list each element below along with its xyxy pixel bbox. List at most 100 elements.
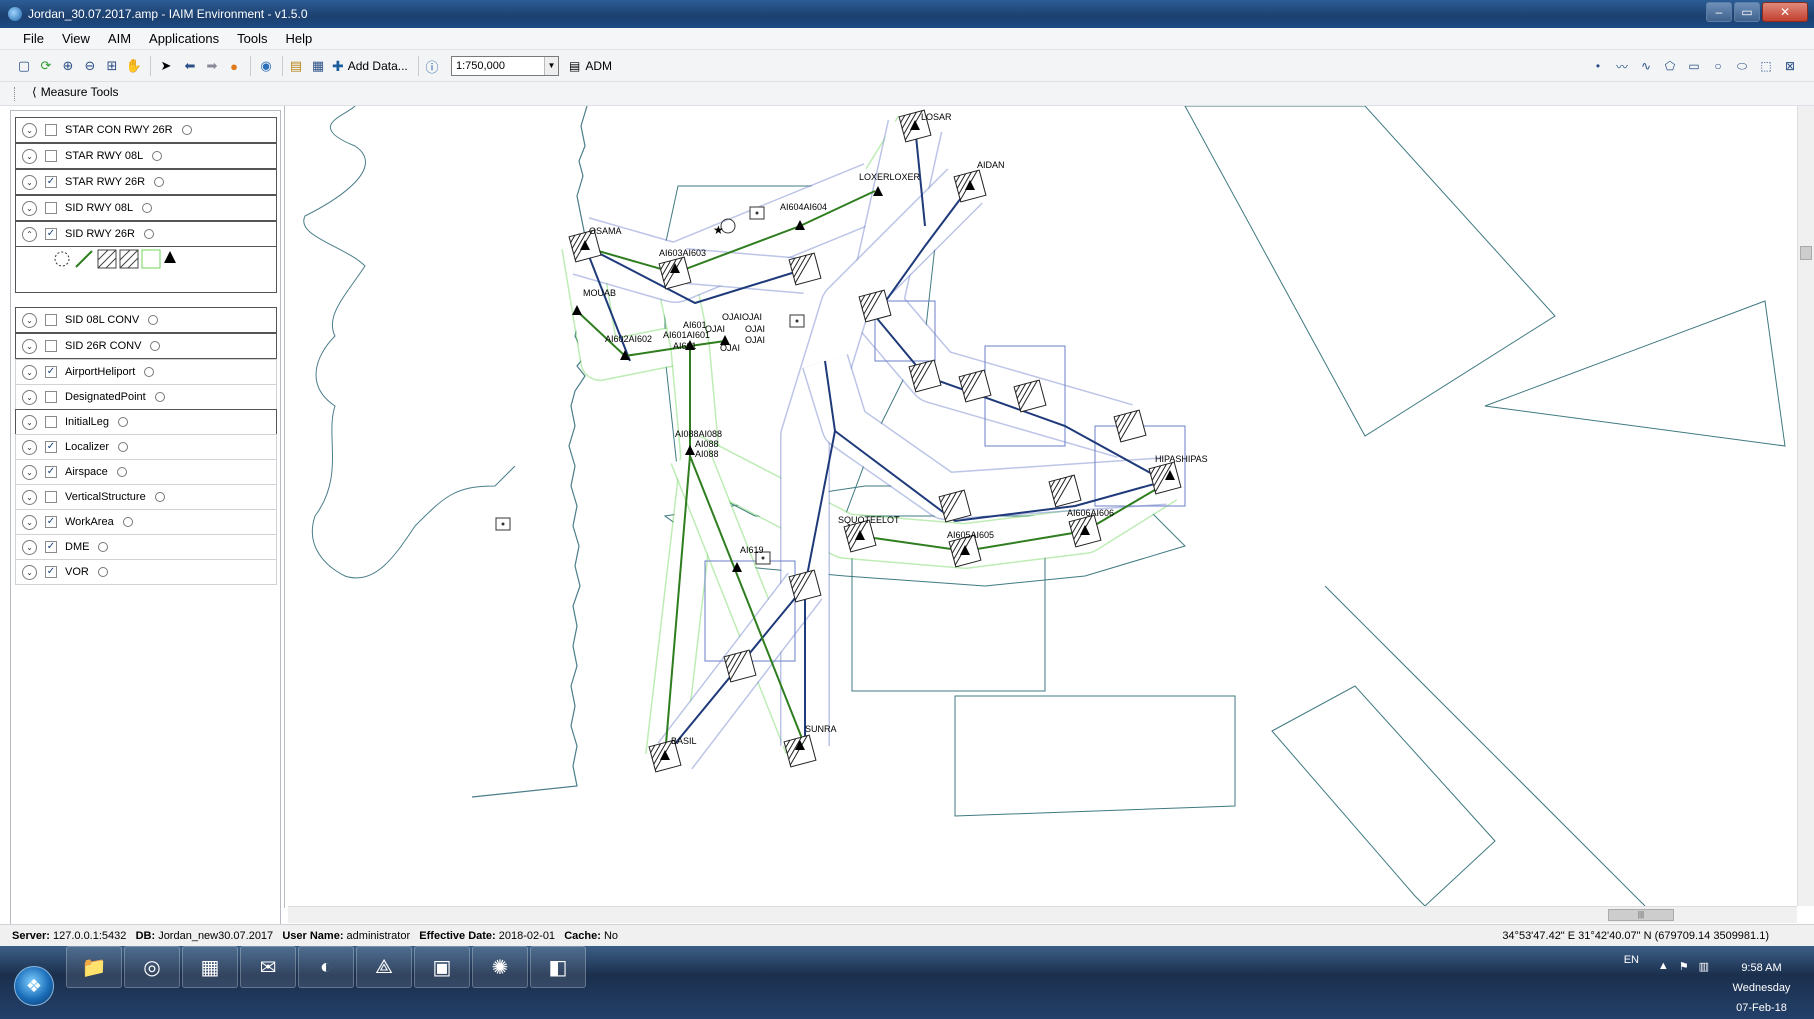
- layer-visibility-checkbox[interactable]: [45, 340, 57, 352]
- layer-visibility-checkbox[interactable]: ✓: [45, 516, 57, 528]
- network-icon[interactable]: ▥: [1699, 960, 1709, 973]
- draw-circle-icon[interactable]: ○: [1708, 56, 1728, 76]
- menu-file[interactable]: File: [14, 28, 53, 49]
- chevron-down-icon[interactable]: ▼: [544, 57, 558, 75]
- chevron-up-icon[interactable]: ⌃: [22, 226, 37, 242]
- layer-row[interactable]: ⌄ ✓ AirportHeliport: [15, 359, 277, 385]
- map-canvas[interactable]: ★ LOSAR AIDAN LOXERLOXER AI604AI604 OSAMA AI60…: [285, 105, 1795, 907]
- layer-visibility-checkbox[interactable]: ✓: [45, 541, 57, 553]
- chevron-down-icon[interactable]: ⌄: [22, 122, 37, 138]
- layer-select-radio[interactable]: [97, 567, 108, 577]
- chevron-down-icon[interactable]: ⌄: [22, 389, 37, 405]
- scale-select[interactable]: 1:750,000 ▼: [451, 56, 559, 76]
- layer-visibility-checkbox[interactable]: [45, 124, 57, 136]
- menu-view[interactable]: View: [53, 28, 99, 49]
- chevron-down-icon[interactable]: ⌄: [22, 489, 37, 505]
- maximize-button[interactable]: ▭: [1734, 2, 1760, 22]
- chevron-down-icon[interactable]: ⌄: [22, 464, 37, 480]
- layer-visibility-checkbox[interactable]: ✓: [45, 228, 57, 240]
- layer-select-radio[interactable]: [148, 315, 159, 325]
- toolbar-grip[interactable]: [14, 87, 17, 101]
- layer-row[interactable]: ⌄ SID 26R CONV: [15, 333, 277, 359]
- draw-rectangle-icon[interactable]: ▭: [1684, 56, 1704, 76]
- scroll-thumb[interactable]: |||: [1608, 909, 1674, 921]
- layer-select-radio[interactable]: [98, 542, 109, 552]
- chevron-down-icon[interactable]: ⌄: [22, 338, 37, 354]
- layer-row[interactable]: ⌄ DesignatedPoint: [15, 384, 277, 410]
- layer-row[interactable]: ⌄ SID RWY 08L: [15, 195, 277, 221]
- layer-select-radio[interactable]: [116, 467, 127, 477]
- layer-row[interactable]: ⌃ ✓ SID RWY 26R: [15, 221, 277, 247]
- globe-icon[interactable]: ◉: [256, 56, 276, 76]
- layer-row[interactable]: ⌄ ✓ WorkArea: [15, 509, 277, 535]
- layer-select-radio[interactable]: [154, 177, 165, 187]
- menu-applications[interactable]: Applications: [140, 28, 228, 49]
- layer-row[interactable]: ⌄ STAR RWY 08L: [15, 143, 277, 169]
- layer-select-radio[interactable]: [118, 442, 129, 452]
- acrobat-app-icon[interactable]: ⟁: [356, 946, 412, 988]
- powerpoint-app-icon[interactable]: ◧: [530, 946, 586, 988]
- menu-help[interactable]: Help: [277, 28, 322, 49]
- calculator-app-icon[interactable]: ▦: [182, 946, 238, 988]
- measure-tools-button[interactable]: ⟨ Measure Tools: [32, 85, 119, 99]
- layer-select-radio[interactable]: [152, 151, 163, 161]
- draw-curve-icon[interactable]: ∿: [1636, 56, 1656, 76]
- layer-select-radio[interactable]: [144, 367, 155, 377]
- info-icon[interactable]: ⓘ: [422, 56, 442, 76]
- layer-visibility-checkbox[interactable]: [45, 416, 57, 428]
- layer-visibility-checkbox[interactable]: [45, 202, 57, 214]
- zoom-in-icon[interactable]: ⊕: [58, 56, 78, 76]
- chevron-down-icon[interactable]: ⌄: [22, 148, 37, 164]
- chrome-app-icon[interactable]: ◎: [124, 946, 180, 988]
- chevron-down-icon[interactable]: ⌄: [22, 439, 37, 455]
- draw-point-icon[interactable]: •: [1588, 56, 1608, 76]
- layer-select-radio[interactable]: [143, 229, 154, 239]
- add-data-button[interactable]: ✚ Add Data...: [332, 56, 408, 76]
- flag-icon[interactable]: ⚑: [1679, 960, 1689, 973]
- select-pointer-icon[interactable]: ➤: [156, 56, 176, 76]
- layers-icon[interactable]: ▤: [286, 56, 306, 76]
- device-app-icon[interactable]: ▣: [414, 946, 470, 988]
- chevron-down-icon[interactable]: ⌄: [22, 564, 37, 580]
- map-view[interactable]: ★ LOSAR AIDAN LOXERLOXER AI604AI604 OSAMA AI60…: [284, 105, 1814, 908]
- layer-row[interactable]: ⌄ ✓ Localizer: [15, 434, 277, 460]
- draw-polyline-icon[interactable]: 〰: [1612, 56, 1632, 76]
- chevron-down-icon[interactable]: ⌄: [22, 364, 37, 380]
- zoom-extent-icon[interactable]: ⊞: [102, 56, 122, 76]
- layer-select-radio[interactable]: [118, 417, 129, 427]
- clear-selection-icon[interactable]: ⊠: [1780, 56, 1800, 76]
- table-icon[interactable]: ▦: [308, 56, 328, 76]
- draw-polygon-icon[interactable]: ⬠: [1660, 56, 1680, 76]
- layer-visibility-checkbox[interactable]: ✓: [45, 441, 57, 453]
- forward-arrow-icon[interactable]: ➡: [202, 56, 222, 76]
- vertical-scrollbar[interactable]: [1797, 106, 1814, 906]
- menu-aim[interactable]: AIM: [99, 28, 140, 49]
- layer-row[interactable]: ⌄ VerticalStructure: [15, 484, 277, 510]
- pan-hand-icon[interactable]: ✋: [124, 56, 144, 76]
- chevron-down-icon[interactable]: ⌄: [22, 539, 37, 555]
- layer-visibility-checkbox[interactable]: [45, 314, 57, 326]
- chevron-down-icon[interactable]: ⌄: [22, 514, 37, 530]
- chevron-down-icon[interactable]: ⌄: [22, 312, 37, 328]
- menu-tools[interactable]: Tools: [228, 28, 276, 49]
- chevron-down-icon[interactable]: ⌄: [22, 174, 37, 190]
- start-button[interactable]: ❖: [14, 966, 54, 1006]
- layer-visibility-checkbox[interactable]: [45, 391, 57, 403]
- horizontal-scrollbar[interactable]: |||: [288, 906, 1797, 923]
- new-map-icon[interactable]: ▢: [14, 56, 34, 76]
- refresh-icon[interactable]: ⟳: [36, 56, 56, 76]
- layer-visibility-checkbox[interactable]: ✓: [45, 466, 57, 478]
- back-arrow-icon[interactable]: ⬅: [180, 56, 200, 76]
- zoom-out-icon[interactable]: ⊖: [80, 56, 100, 76]
- layer-row[interactable]: ⌄ ✓ STAR RWY 26R: [15, 169, 277, 195]
- disc-app-icon[interactable]: ◐: [298, 946, 354, 988]
- layer-visibility-checkbox[interactable]: ✓: [45, 176, 57, 188]
- minimize-button[interactable]: –: [1706, 2, 1732, 22]
- layer-visibility-checkbox[interactable]: ✓: [45, 566, 57, 578]
- layer-row[interactable]: ⌄ ✓ Airspace: [15, 459, 277, 485]
- layer-row[interactable]: ⌄ STAR CON RWY 26R: [15, 117, 277, 143]
- adm-button[interactable]: ▤ ADM: [569, 56, 612, 76]
- layer-visibility-checkbox[interactable]: [45, 491, 57, 503]
- draw-ellipse-icon[interactable]: ⬭: [1732, 56, 1752, 76]
- layer-row[interactable]: ⌄ SID 08L CONV: [15, 307, 277, 333]
